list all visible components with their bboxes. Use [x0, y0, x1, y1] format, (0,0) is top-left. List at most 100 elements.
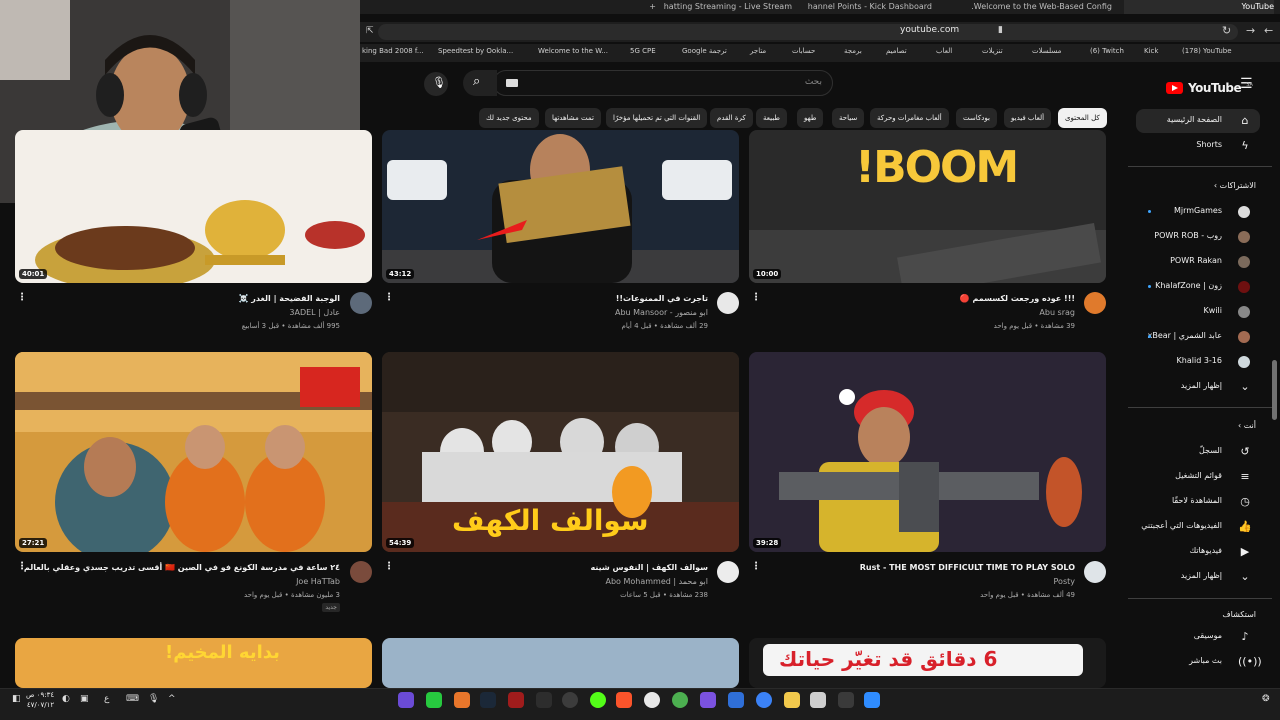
forward-icon[interactable]: →	[1246, 24, 1255, 37]
back-icon[interactable]: ⇱	[366, 26, 374, 36]
bookmark-item[interactable]: 5G CPE	[630, 47, 656, 55]
app-icon[interactable]	[454, 692, 470, 708]
sidebar-item-watch-later[interactable]: المشاهدة لاحقًا ◷	[1136, 490, 1260, 514]
tab-web-config[interactable]: Welcome to the Web-Based Config...	[972, 0, 1112, 14]
video-title[interactable]: ٢٤ ساعة في مدرسة الكونغ فو في الصين 🇨🇳 أ…	[24, 563, 340, 572]
more-options-icon[interactable]: ⋮	[751, 292, 761, 303]
tab-kick-dashboard[interactable]: Channel Points - Kick Dashboard	[808, 0, 932, 14]
chip-recently-uploaded[interactable]: القنوات التي تم تحميلها مؤخرًا	[606, 108, 708, 128]
channel-name[interactable]: Posty	[1054, 577, 1075, 586]
chip-nature[interactable]: طبيعة	[756, 108, 787, 128]
bookmark-item[interactable]: تصاميم	[886, 47, 907, 55]
channel-name[interactable]: Joe HaTTab	[296, 577, 340, 586]
keyboard-tray-icon[interactable]: ⌨	[126, 694, 139, 704]
chip-video-games[interactable]: ألعاب فيديو	[1004, 108, 1052, 128]
sidebar-item-subscription[interactable]: MjrmGames	[1136, 200, 1260, 224]
you-heading[interactable]: أنت ›	[1238, 421, 1256, 430]
bookmark-item[interactable]: Kick	[1144, 47, 1158, 55]
more-options-icon[interactable]: ⋮	[17, 561, 27, 572]
video-thumbnail[interactable]: 27:21	[15, 352, 372, 552]
chip-travel[interactable]: سياحة	[832, 108, 865, 128]
show-hidden-icons[interactable]: ^	[168, 694, 176, 704]
tab-kick-stream[interactable]: Just Chatting Streaming - Live Stream	[664, 0, 792, 14]
sidebar-show-more-you[interactable]: إظهار المزيد ⌄	[1136, 565, 1260, 589]
start-button-icon[interactable]	[864, 692, 880, 708]
app-icon[interactable]	[810, 692, 826, 708]
reload-icon[interactable]: ↻	[1222, 24, 1231, 37]
keyboard-icon[interactable]	[506, 79, 518, 87]
video-thumbnail[interactable]: بدايه المخيم!	[15, 638, 372, 688]
app-icon[interactable]	[700, 692, 716, 708]
app-icon[interactable]	[728, 692, 744, 708]
taskbar-clock[interactable]: ٠٩:٣٤ ص ٤٧/٠٧/١٢	[26, 690, 54, 710]
video-title[interactable]: تاجرت في الممنوعات!!	[616, 294, 708, 303]
search-input[interactable]: بحث	[493, 70, 833, 96]
sidebar-item-music[interactable]: موسيقى ♪	[1136, 625, 1260, 649]
sidebar-item-subscription[interactable]: عابد الشمري | xBear	[1136, 325, 1260, 349]
bookmark-item[interactable]: Speedtest by Ookla...	[438, 47, 513, 55]
bookmark-item[interactable]: العاب	[936, 47, 952, 55]
chip-cooking[interactable]: طهو	[797, 108, 824, 128]
channel-name[interactable]: عادل | 3ADEL	[289, 308, 340, 317]
sidebar-item-subscription[interactable]: POWR Rakan	[1136, 250, 1260, 274]
channel-avatar[interactable]	[350, 292, 372, 314]
chip-podcasts[interactable]: بودكاست	[956, 108, 997, 128]
sidebar-item-history[interactable]: السجلّ ↺	[1136, 440, 1260, 464]
app-icon[interactable]	[536, 692, 552, 708]
notification-icon[interactable]: ◧	[12, 694, 21, 704]
bookmark-item[interactable]: (6) Twitch	[1090, 47, 1124, 55]
chip-action-adventure[interactable]: ألعاب مغامرات وحركة	[870, 108, 949, 128]
chip-all[interactable]: كل المحتوى	[1058, 108, 1107, 128]
video-thumbnail[interactable]: BOOM! 10:00	[749, 130, 1106, 283]
network-icon[interactable]: ▣	[80, 694, 89, 704]
video-thumbnail[interactable]: 40:01	[15, 130, 372, 283]
video-title[interactable]: الوجبة الفضيحة | الغدر ☠️	[239, 294, 340, 303]
video-thumbnail[interactable]: سوالف الكهف 54:39	[382, 352, 739, 552]
bookmark-item[interactable]: مسلسلات	[1032, 47, 1061, 55]
copilot-icon[interactable]: ❂	[1262, 694, 1270, 704]
chip-football[interactable]: كرة القدم	[710, 108, 753, 128]
sidebar-item-home[interactable]: الصفحة الرئيسية ⌂	[1136, 109, 1260, 133]
chrome-icon[interactable]	[672, 692, 688, 708]
bookmark-item[interactable]: متاجر	[750, 47, 766, 55]
discord-icon[interactable]	[398, 692, 414, 708]
sidebar-item-live[interactable]: بث مباشر ((•))	[1136, 650, 1262, 674]
channel-avatar[interactable]	[1084, 561, 1106, 583]
volume-icon[interactable]: ◐	[62, 694, 70, 704]
search-button[interactable]: ⌕	[463, 70, 497, 96]
chip-watched[interactable]: تمت مشاهدتها	[545, 108, 601, 128]
voice-search-button[interactable]: 🎙	[424, 72, 448, 96]
bookmark-item[interactable]: تنزيلات	[982, 47, 1003, 55]
bookmark-item[interactable]: (178) YouTube	[1182, 47, 1232, 55]
steam-icon[interactable]	[480, 692, 496, 708]
sidebar-scrollbar[interactable]	[1272, 360, 1277, 420]
app-icon[interactable]	[756, 692, 772, 708]
app-icon[interactable]	[590, 692, 606, 708]
tab-youtube[interactable]: YouTube	[1124, 0, 1274, 14]
obs-icon[interactable]	[562, 692, 578, 708]
sidebar-item-liked[interactable]: الفيديوهات التي أعجبتني 👍	[1136, 515, 1260, 539]
bookmark-item[interactable]: king Bad 2008 f...	[362, 47, 424, 55]
address-bar[interactable]	[378, 24, 1238, 40]
video-title[interactable]: !!! عوده ورجعت لكسسمم 🔴	[960, 294, 1075, 303]
bookmark-icon[interactable]: ▮	[998, 25, 1003, 35]
mic-tray-icon[interactable]: 🎙	[148, 694, 159, 704]
bookmark-item[interactable]: برمجة	[844, 47, 862, 55]
youtube-logo[interactable]: YouTube SA	[1166, 77, 1253, 96]
sidebar-item-playlists[interactable]: قوائم التشغيل ≡	[1136, 465, 1260, 489]
channel-name[interactable]: ابو منصور - Abu Mansoor	[615, 308, 708, 317]
video-thumbnail[interactable]: 39:28	[749, 352, 1106, 552]
sidebar-item-subscription[interactable]: زون | KhalafZone	[1136, 275, 1260, 299]
sidebar-item-subscription[interactable]: Khalid 3-16	[1136, 350, 1260, 374]
app-icon[interactable]	[426, 692, 442, 708]
channel-avatar[interactable]	[717, 292, 739, 314]
video-thumbnail[interactable]: 43:12	[382, 130, 739, 283]
chrome-icon[interactable]	[644, 692, 660, 708]
bookmark-item[interactable]: Google ترجمة	[682, 47, 727, 55]
more-options-icon[interactable]: ⋮	[384, 561, 394, 572]
channel-name[interactable]: ابو محمد | Abo Mohammed	[605, 577, 708, 586]
more-options-icon[interactable]: ⋮	[17, 292, 27, 303]
brave-icon[interactable]	[616, 692, 632, 708]
video-title[interactable]: سوالف الكهف | النفوس شينه	[591, 563, 709, 572]
sidebar-item-subscription[interactable]: روب - POWR ROB	[1136, 225, 1260, 249]
